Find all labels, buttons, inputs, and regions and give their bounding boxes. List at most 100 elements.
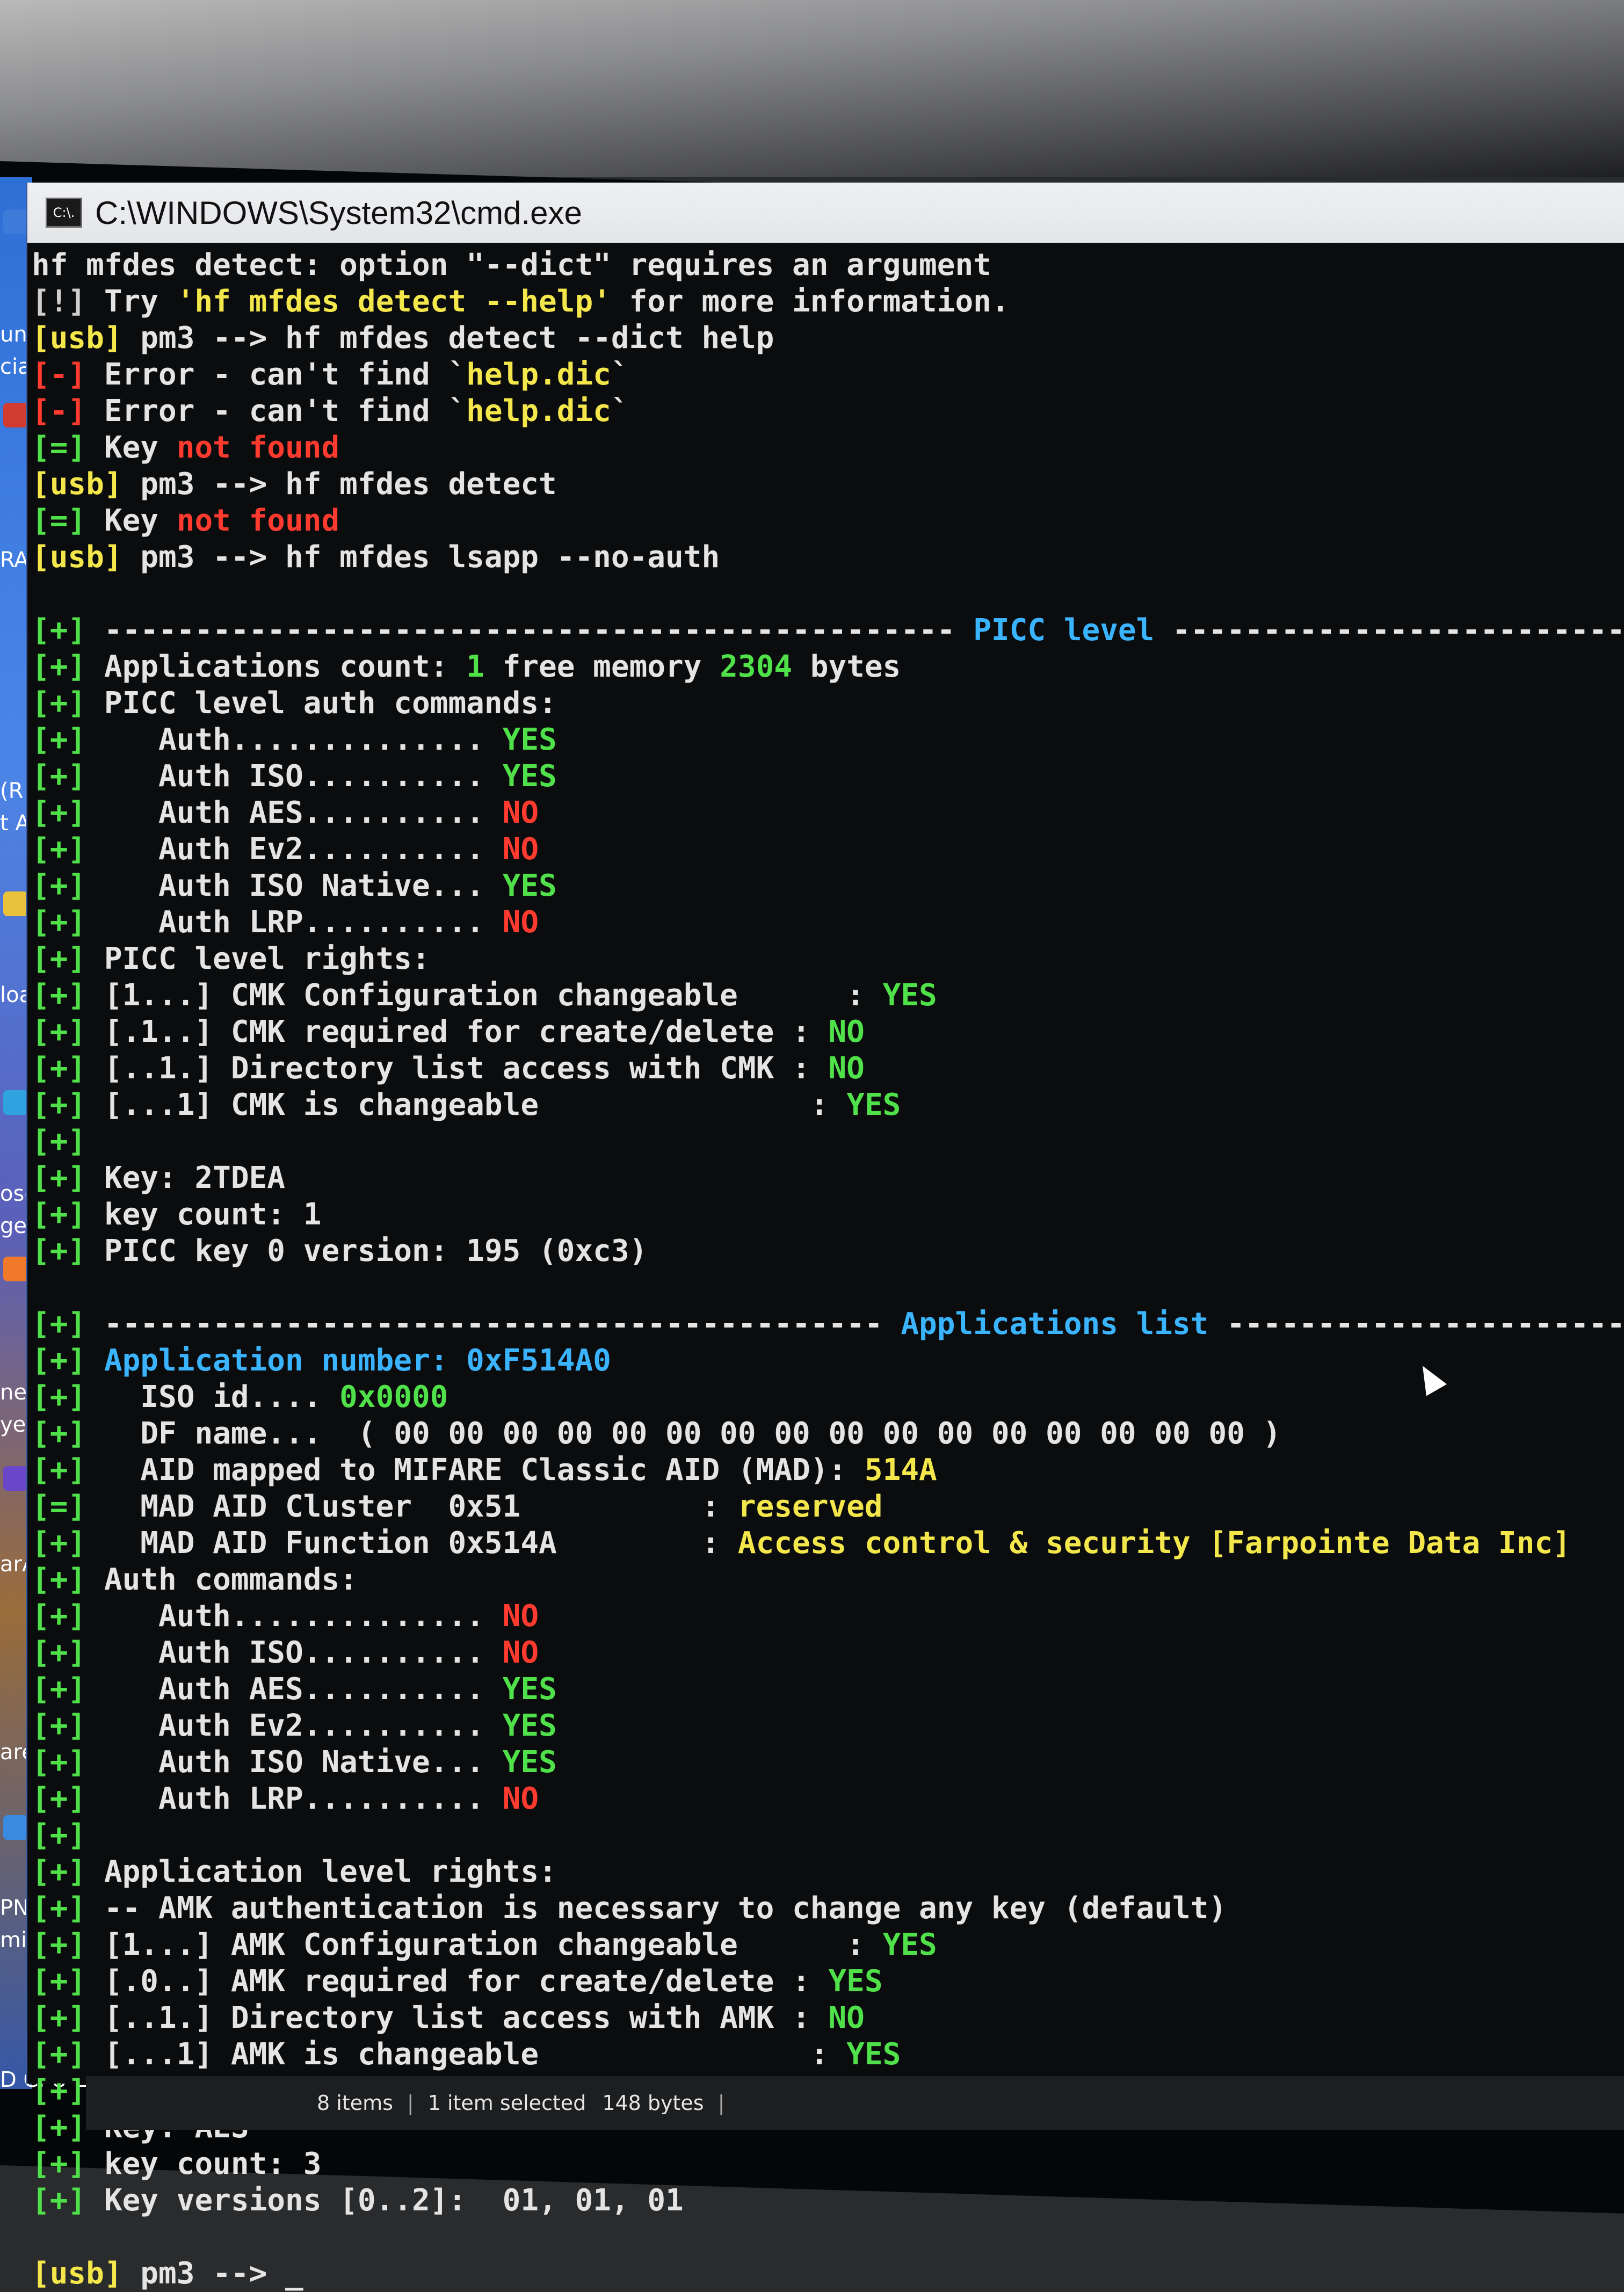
terminal-text: [+] [32,1124,86,1159]
terminal-output[interactable]: hf mfdes detect: option "--dict" require… [27,247,1621,2291]
terminal-text: [1...] AMK Configuration changeable : [86,1927,883,1962]
terminal-line: [+] Auth AES.......... YES [32,1671,1621,1708]
terminal-line: [+] [..1.] Directory list access with AM… [32,2000,1621,2036]
terminal-line: [usb] pm3 --> hf mfdes detect [32,466,1621,503]
terminal-line: [+] [32,1817,1621,1854]
terminal-line: [+] Auth ISO Native... YES [32,1744,1621,1781]
terminal-text: [+] [32,1087,86,1122]
terminal-text: bytes [792,649,901,684]
terminal-text: [+] [32,1599,86,1634]
desktop-app-icon[interactable] [3,209,28,234]
terminal-text: PICC level [973,613,1155,648]
terminal-line: [+] PICC level auth commands: [32,685,1621,722]
terminal-text: YES [846,2037,901,2072]
terminal-text: for more information. [611,284,1010,319]
terminal-text: 'hf mfdes detect --help' [176,284,611,319]
terminal-text: ISO id.... [86,1380,340,1415]
terminal-line: [+] key count: 3 [32,2146,1621,2182]
terminal-text: [+] [32,905,86,940]
terminal-text: 514A [864,1453,937,1488]
terminal-text: [.0..] AMK required for create/delete : [86,1964,829,1999]
terminal-text: YES [882,978,937,1013]
terminal-text: [+] [32,2146,86,2181]
terminal-line: [+] [32,1123,1621,1160]
terminal-text: MAD AID Function 0x514A : [86,1526,738,1561]
terminal-text: [+] [32,1818,86,1853]
terminal-line: [usb] pm3 --> _ [32,2255,1621,2292]
terminal-line: [+] [1...] AMK Configuration changeable … [32,1927,1621,1963]
terminal-text: Access control & security [Farpointe Dat… [737,1526,1571,1561]
terminal-text: [!] [32,284,104,319]
window-title: C:\WINDOWS\System32\cmd.exe [95,194,582,231]
terminal-line: [+] -- AMK authentication is necessary t… [32,1890,1621,1927]
terminal-text: Auth.............. [86,1599,503,1634]
terminal-line: [+] Auth Ev2.......... YES [32,1708,1621,1744]
terminal-text: key count: 1 [86,1197,322,1232]
window-titlebar[interactable]: C:\. C:\WINDOWS\System32\cmd.exe [27,183,1624,243]
terminal-text: [+] [32,1343,86,1378]
terminal-text: [+] [32,832,86,867]
terminal-text: 0x0000 [339,1380,448,1415]
terminal-text: [+] [32,795,86,830]
terminal-text: Auth LRP.......... [86,1781,503,1816]
desktop-app-icon[interactable] [3,1090,28,1115]
terminal-text: [+] [32,1708,86,1743]
terminal-text: [usb] [32,321,122,356]
terminal-line: [+] Auth ISO.......... YES [32,758,1621,795]
desktop-app-icon[interactable] [3,891,28,916]
terminal-text: [+] [32,1453,86,1488]
terminal-line: [-] Error - can't find `help.dic` [32,393,1621,430]
terminal-text: [+] [32,1526,86,1561]
terminal-text: Applications count: [86,649,467,684]
terminal-line: [+] Applications count: 1 free memory 23… [32,649,1621,685]
terminal-line: [=] Key not found [32,430,1621,466]
terminal-text: [+] [32,1416,86,1451]
terminal-text: -- AMK authentication is necessary to ch… [86,1891,1227,1926]
terminal-text: [+] [32,1854,86,1889]
terminal-text: key count: 3 [86,2146,322,2181]
terminal-text: [-] [32,394,86,429]
terminal-text: Applications list [901,1307,1209,1341]
terminal-text: Error - can't find ` [86,394,467,429]
terminal-text: [+] [32,1745,86,1780]
terminal-text: [+] [32,1781,86,1816]
terminal-text: -------------------------------------- [1227,1307,1621,1341]
terminal-line: [+] [...1] CMK is changeable : YES [32,1087,1621,1123]
terminal-text: Auth AES.......... [86,795,503,830]
terminal-line: [+] Auth.............. NO [32,1598,1621,1635]
item-count: 8 items [317,2091,393,2115]
terminal-text: PICC level rights: [86,941,430,976]
terminal-text: [+] [32,1234,86,1268]
terminal-text: pm3 --> _ [122,2256,303,2291]
terminal-text: DF name... ( 00 00 00 00 00 00 00 00 00 … [86,1416,1281,1451]
desktop-app-icon[interactable] [3,1466,28,1491]
terminal-text: help.dic [466,394,611,429]
terminal-text: [+] [32,868,86,903]
terminal-text: ----------------------------------------… [1172,613,1621,648]
terminal-text: [.1..] CMK required for create/delete : [86,1014,829,1049]
terminal-text: pm3 --> hf mfdes detect --dict help [122,321,774,356]
terminal-text: [=] [32,503,86,538]
terminal-text: Auth ISO Native... [86,1745,503,1780]
terminal-text: NO [828,1014,865,1049]
desktop-app-icon[interactable] [3,403,28,427]
terminal-text: Auth Ev2.......... [86,1708,503,1743]
terminal-line: [+] PICC key 0 version: 195 (0xc3) [32,1233,1621,1270]
terminal-text: [+] [32,1160,86,1195]
desktop-app-icon[interactable] [3,1257,28,1281]
terminal-text: YES [502,722,557,757]
terminal-text: ----------------------------------------… [86,613,974,648]
terminal-text: Auth AES.......... [86,1672,503,1707]
terminal-text: [+] [32,1197,86,1232]
terminal-line: [+] Auth commands: [32,1562,1621,1598]
terminal-text: Auth ISO Native... [86,868,503,903]
cmd-window[interactable]: C:\. C:\WINDOWS\System32\cmd.exe hf mfde… [26,183,1624,2291]
terminal-text: [+] [32,2183,86,2218]
terminal-text: YES [502,1745,557,1780]
desktop-app-icon[interactable] [3,1815,28,1840]
terminal-line: [+] ------------------------------------… [32,612,1621,649]
terminal-line: [+] DF name... ( 00 00 00 00 00 00 00 00… [32,1416,1621,1452]
cmd-icon: C:\. [46,198,82,228]
terminal-text: Auth ISO.......... [86,1635,503,1670]
